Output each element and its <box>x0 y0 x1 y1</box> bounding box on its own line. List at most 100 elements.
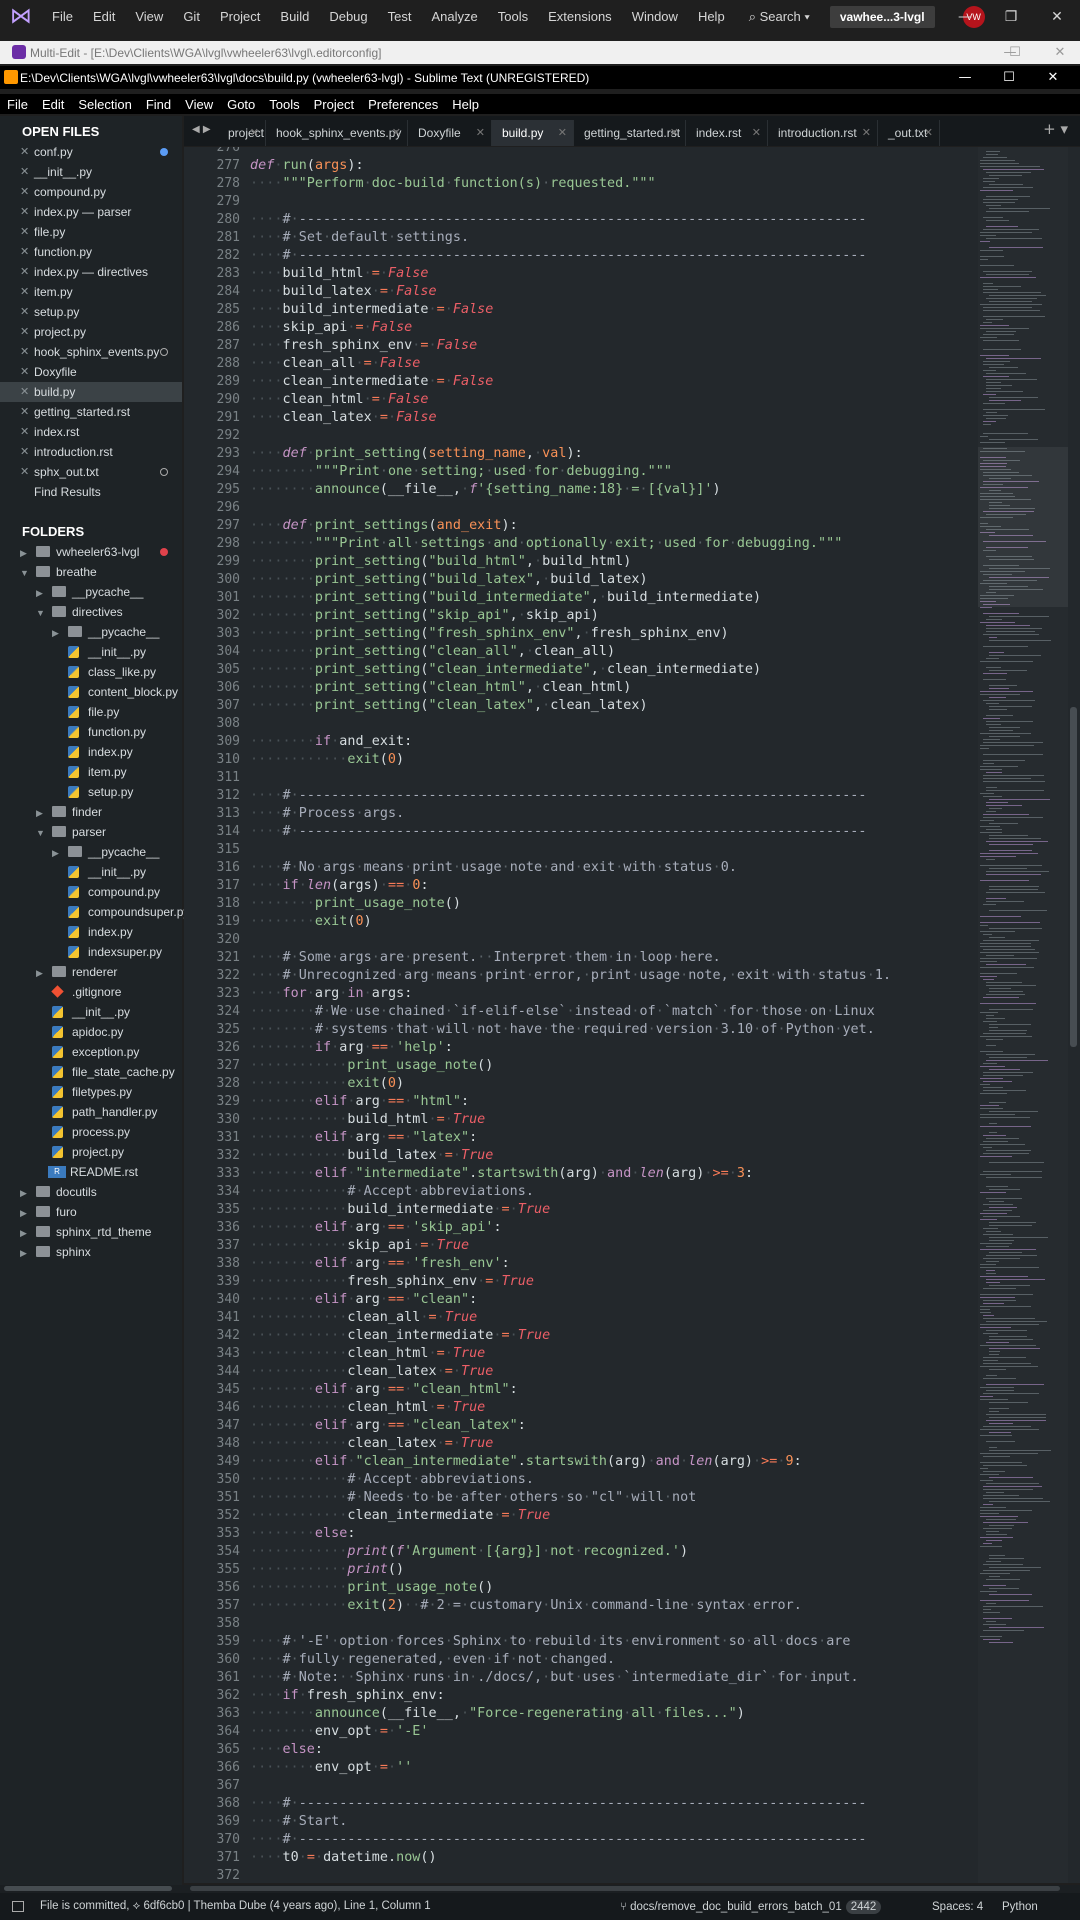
folder-tree-item[interactable]: ▶ vwheeler63-lvgl <box>0 542 182 562</box>
multiedit-close-icon[interactable]: ✕ <box>1040 41 1080 64</box>
chevron-down-icon[interactable]: ▼ <box>36 603 45 623</box>
open-file-item[interactable]: ✕ introduction.rst <box>0 442 182 462</box>
tab-close-icon[interactable]: ✕ <box>862 120 871 146</box>
folder-tree-item[interactable]: __init__.py <box>0 642 182 662</box>
folder-tree-item[interactable]: ▶ sphinx_rtd_theme <box>0 1222 182 1242</box>
tab-build-py[interactable]: build.py ✕ <box>492 120 574 146</box>
folder-tree-item[interactable]: ▶ furo <box>0 1202 182 1222</box>
folder-tree-item[interactable]: ▶ finder <box>0 802 182 822</box>
menu-tools[interactable]: Tools <box>262 97 306 112</box>
tab-introduction-rst[interactable]: introduction.rst ✕ <box>768 120 878 146</box>
tab-doxyfile[interactable]: Doxyfile ✕ <box>408 120 492 146</box>
menu-file[interactable]: File <box>0 97 35 112</box>
tab-project-[interactable]: project. ✕ <box>218 120 266 146</box>
folder-tree-item[interactable]: process.py <box>0 1122 182 1142</box>
chevron-right-icon[interactable]: ▶ <box>36 583 43 603</box>
vertical-scrollbar[interactable] <box>1068 147 1080 1883</box>
folder-tree-item[interactable]: path_handler.py <box>0 1102 182 1122</box>
syntax-language[interactable]: Python <box>1002 1901 1038 1913</box>
open-file-item[interactable]: ✕ build.py <box>0 382 182 402</box>
tab-close-icon[interactable]: ✕ <box>476 120 485 146</box>
chevron-right-icon[interactable]: ▶ <box>36 963 43 983</box>
sidebar-scroll-thumb[interactable] <box>4 1886 172 1891</box>
close-file-icon[interactable]: ✕ <box>20 262 29 282</box>
close-file-icon[interactable]: ✕ <box>20 182 29 202</box>
folder-tree-item[interactable]: __init__.py <box>0 862 182 882</box>
open-file-item[interactable]: ✕ conf.py <box>0 142 182 162</box>
open-file-item[interactable]: ✕ file.py <box>0 222 182 242</box>
close-file-icon[interactable]: ✕ <box>20 342 29 362</box>
folder-tree-item[interactable]: index.py <box>0 922 182 942</box>
folder-tree-item[interactable]: ▶ __pycache__ <box>0 622 182 642</box>
tab-getting-started-rst[interactable]: getting_started.rst ✕ <box>574 120 686 146</box>
close-file-icon[interactable]: ✕ <box>20 142 29 162</box>
folder-tree-item[interactable]: ▶ __pycache__ <box>0 582 182 602</box>
sublime-maximize-icon[interactable]: ☐ <box>986 66 1032 89</box>
vs-search[interactable]: ⌕ Search ▾ <box>749 9 810 25</box>
open-file-item[interactable]: ✕ index.py — directives <box>0 262 182 282</box>
code-editor[interactable]: 276 277 278 279 280 281 282 283 284 285 286 287 288 2… <box>184 147 978 1883</box>
close-file-icon[interactable]: ✕ <box>20 242 29 262</box>
tab-close-icon[interactable]: ✕ <box>392 120 401 146</box>
vs-project-badge[interactable]: vawhee...3-lvgl <box>829 5 935 28</box>
menu-edit[interactable]: Edit <box>35 97 71 112</box>
vs-close-icon[interactable]: ✕ <box>1034 0 1080 33</box>
folder-tree-item[interactable]: file.py <box>0 702 182 722</box>
folder-tree-item[interactable]: ▼ parser <box>0 822 182 842</box>
close-file-icon[interactable]: ✕ <box>20 362 29 382</box>
vs-menu-view[interactable]: View <box>125 0 173 33</box>
folder-tree-item[interactable]: apidoc.py <box>0 1022 182 1042</box>
minimap[interactable] <box>978 147 1068 1883</box>
vs-restore-icon[interactable]: ❐ <box>988 0 1034 33</box>
git-branch[interactable]: ⑂ docs/remove_doc_build_errors_batch_01 2… <box>620 1899 882 1914</box>
close-file-icon[interactable]: ✕ <box>20 442 29 462</box>
close-file-icon[interactable]: ✕ <box>20 462 29 482</box>
vs-menu-build[interactable]: Build <box>270 0 319 33</box>
close-file-icon[interactable]: ✕ <box>20 302 29 322</box>
folder-tree-item[interactable]: content_block.py <box>0 682 182 702</box>
open-file-item[interactable]: ✕ compound.py <box>0 182 182 202</box>
menu-find[interactable]: Find <box>139 97 178 112</box>
open-file-item[interactable]: ✕ sphx_out.txt <box>0 462 182 482</box>
vs-menu-debug[interactable]: Debug <box>319 0 377 33</box>
folder-tree-item[interactable]: compound.py <box>0 882 182 902</box>
open-file-item[interactable]: ✕ __init__.py <box>0 162 182 182</box>
folder-tree-item[interactable]: ▶ __pycache__ <box>0 842 182 862</box>
folder-tree-item[interactable]: function.py <box>0 722 182 742</box>
folder-tree-item[interactable]: compoundsuper.py <box>0 902 189 922</box>
chevron-right-icon[interactable]: ▶ <box>52 843 59 863</box>
vs-menu-git[interactable]: Git <box>173 0 210 33</box>
minimap-viewport[interactable] <box>978 447 1068 607</box>
multiedit-maximize-icon[interactable]: ☐ <box>1000 41 1030 64</box>
tab-close-icon[interactable]: ✕ <box>752 120 761 146</box>
open-file-item[interactable]: Find Results <box>0 482 182 502</box>
open-file-item[interactable]: ✕ hook_sphinx_events.py <box>0 342 182 362</box>
vs-menu-edit[interactable]: Edit <box>83 0 125 33</box>
indentation-setting[interactable]: Spaces: 4 <box>932 1901 983 1913</box>
folder-tree-item[interactable]: filetypes.py <box>0 1082 182 1102</box>
open-file-item[interactable]: ✕ index.py — parser <box>0 202 182 222</box>
folder-tree-item[interactable]: ▶ docutils <box>0 1182 182 1202</box>
chevron-right-icon[interactable]: ▶ <box>20 1223 27 1243</box>
open-file-item[interactable]: ✕ setup.py <box>0 302 182 322</box>
folder-tree-item[interactable]: project.py <box>0 1142 182 1162</box>
vs-menu-project[interactable]: Project <box>210 0 270 33</box>
folder-tree-item[interactable]: ▶ renderer <box>0 962 182 982</box>
chevron-right-icon[interactable]: ▶ <box>20 543 27 563</box>
chevron-right-icon[interactable]: ▶ <box>20 1243 27 1263</box>
open-file-item[interactable]: ✕ item.py <box>0 282 182 302</box>
menu-selection[interactable]: Selection <box>71 97 138 112</box>
tab-nav-arrows-icon[interactable]: ◀ ▶ <box>192 124 211 135</box>
vs-menu-extensions[interactable]: Extensions <box>538 0 622 33</box>
menu-goto[interactable]: Goto <box>220 97 262 112</box>
folder-tree-item[interactable]: class_like.py <box>0 662 182 682</box>
folder-tree-item[interactable]: setup.py <box>0 782 182 802</box>
open-file-item[interactable]: ✕ function.py <box>0 242 182 262</box>
tab-index-rst[interactable]: index.rst ✕ <box>686 120 768 146</box>
sublime-minimize-icon[interactable]: — <box>942 66 988 89</box>
tab-close-icon[interactable]: ✕ <box>924 120 933 146</box>
close-file-icon[interactable]: ✕ <box>20 382 29 402</box>
chevron-right-icon[interactable]: ▶ <box>52 623 59 643</box>
tab--out-txt[interactable]: _out.txt ✕ <box>878 120 940 146</box>
folder-tree-item[interactable]: ▼ breathe <box>0 562 182 582</box>
